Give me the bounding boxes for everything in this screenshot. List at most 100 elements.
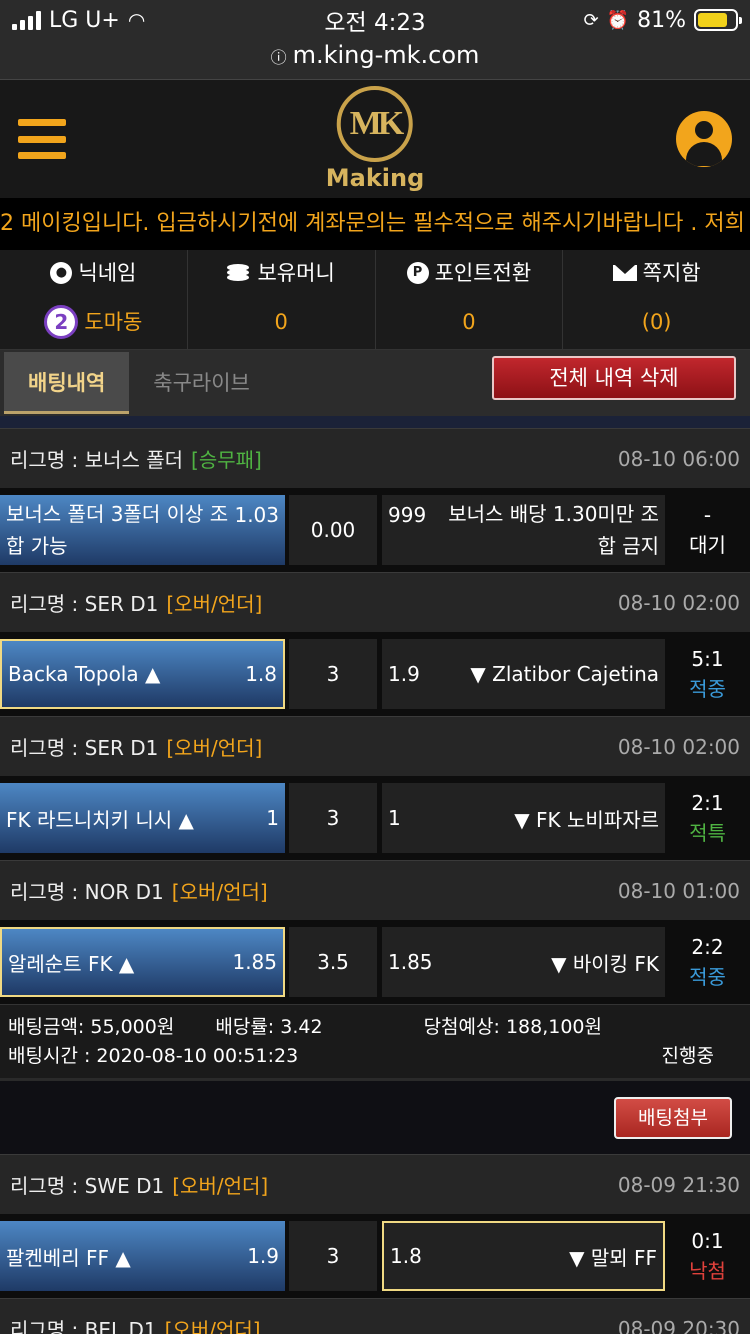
message-value: (0) — [641, 310, 672, 334]
point-icon: P — [406, 262, 429, 284]
message-label: 쪽지함 — [642, 261, 701, 285]
match-result: 2:2 적중 — [665, 932, 750, 992]
away-option[interactable]: 999 보너스 배당 1.30미만 조합 금지 — [382, 495, 665, 565]
match-result: 2:1 적특 — [665, 788, 750, 848]
url-text: m.king-mk.com — [292, 41, 480, 69]
home-option[interactable]: 팔켄베리 FF ▲ 1.9 — [0, 1221, 285, 1291]
match-date: 08-10 02:00 — [617, 590, 740, 615]
tab-soccer-live[interactable]: 축구라이브 — [129, 352, 274, 414]
logo-text: Making — [325, 164, 425, 192]
result-status: 적중 — [689, 677, 726, 701]
home-name: Backa Topola ▲ — [8, 662, 161, 686]
bet-slip: 리그명 : 보너스 폴더 [승무패] 08-10 06:00 보너스 폴더 3폴더… — [0, 428, 750, 1078]
bet-type: [승무패] — [191, 448, 262, 472]
away-option[interactable]: 1 ▼ FK 노비파자르 — [382, 783, 665, 853]
draw-option[interactable]: 3 — [289, 1221, 377, 1291]
away-name: ▼ 바이킹 FK — [551, 951, 659, 976]
away-odds: 1.85 — [388, 950, 433, 974]
home-option[interactable]: FK 라드니치키 니시 ▲ 1 — [0, 783, 285, 853]
result-score: 2:1 — [691, 791, 724, 815]
home-name: 알레순트 FK ▲ — [8, 951, 135, 976]
home-option[interactable]: 알레순트 FK ▲ 1.85 — [0, 927, 285, 997]
draw-option[interactable]: 0.00 — [289, 495, 377, 565]
site-logo[interactable]: MK Making — [325, 86, 425, 192]
url-bar[interactable]: ⓘ m.king-mk.com — [0, 40, 750, 80]
league-row: 리그명 : SER D1 [오버/언더] 08-10 02:00 — [0, 716, 750, 776]
bet-rate: 배당률: 3.42 — [215, 1016, 323, 1038]
rotation-lock-icon: ⟳ — [583, 9, 599, 31]
user-icon[interactable] — [676, 111, 732, 167]
match-row: FK 라드니치키 니시 ▲ 1 3 1 ▼ FK 노비파자르 2:1 적특 — [0, 776, 750, 860]
league-row: 리그명 : BEL D1 [오버/언더] 08-09 20:30 — [0, 1298, 750, 1334]
match-date: 08-09 20:30 — [617, 1316, 740, 1334]
person-icon: ● — [50, 262, 73, 284]
draw-option[interactable]: 3.5 — [289, 927, 377, 997]
bet-time: 배팅시간 : 2020-08-10 00:51:23 — [8, 1045, 299, 1067]
away-name: ▼ 말뫼 FF — [569, 1245, 657, 1270]
home-name: 보너스 폴더 3폴더 이상 조합 가능 — [6, 502, 229, 558]
nickname-column: ● 닉네임 2 도마동 — [0, 250, 188, 349]
match-result: 0:1 낙첨 — [665, 1226, 750, 1286]
away-name: ▼ Zlatibor Cajetina — [470, 662, 659, 686]
user-info-grid: ● 닉네임 2 도마동 보유머니 0 P 포인트전환 0 쪽지함 (0) — [0, 250, 750, 350]
league-name: 리그명 : NOR D1 — [10, 880, 164, 904]
signal-icon — [12, 10, 41, 30]
battery-icon — [694, 9, 742, 31]
away-option[interactable]: 1.9 ▼ Zlatibor Cajetina — [382, 639, 665, 709]
bet-type: [오버/언더] — [166, 592, 263, 616]
home-odds: 1.8 — [245, 662, 277, 686]
coins-icon — [227, 264, 251, 282]
league-name: 리그명 : SER D1 — [10, 736, 159, 760]
league-name: 리그명 : 보너스 폴더 — [10, 448, 184, 472]
league-row: 리그명 : SWE D1 [오버/언더] 08-09 21:30 — [0, 1154, 750, 1214]
menu-icon[interactable] — [18, 119, 66, 159]
home-option[interactable]: 보너스 폴더 3폴더 이상 조합 가능 1.03 — [0, 495, 285, 565]
alarm-icon: ⏰ — [606, 9, 630, 31]
match-date: 08-10 06:00 — [617, 446, 740, 471]
bet-type: [오버/언더] — [172, 1174, 269, 1198]
match-result: 5:1 적중 — [665, 644, 750, 704]
home-odds: 1.9 — [247, 1244, 279, 1268]
nickname-label: 닉네임 — [78, 261, 137, 285]
home-odds: 1 — [266, 806, 279, 830]
expected-win: 당첨예상: 188,100원 — [423, 1016, 602, 1038]
home-name: 팔켄베리 FF ▲ — [6, 1245, 131, 1270]
result-status: 대기 — [689, 533, 726, 557]
league-row: 리그명 : SER D1 [오버/언더] 08-10 02:00 — [0, 572, 750, 632]
draw-option[interactable]: 3 — [289, 783, 377, 853]
home-option[interactable]: Backa Topola ▲ 1.8 — [0, 639, 285, 709]
away-option[interactable]: 1.85 ▼ 바이킹 FK — [382, 927, 665, 997]
away-odds: 1.8 — [390, 1244, 422, 1268]
tab-bet-history[interactable]: 배팅내역 — [4, 352, 130, 414]
draw-option[interactable]: 3 — [289, 639, 377, 709]
match-date: 08-10 02:00 — [617, 734, 740, 759]
home-odds: 1.85 — [232, 950, 277, 974]
result-status: 적특 — [689, 821, 726, 845]
result-score: 2:2 — [691, 935, 724, 959]
away-odds: 1.9 — [388, 662, 420, 686]
wifi-icon: ◠ — [127, 8, 146, 32]
result-status: 적중 — [689, 965, 726, 989]
money-column[interactable]: 보유머니 0 — [188, 250, 376, 349]
attach-bet-button[interactable]: 배팅첨부 — [614, 1096, 732, 1139]
nickname-value: 도마동 — [84, 310, 143, 334]
league-row: 리그명 : 보너스 폴더 [승무패] 08-10 06:00 — [0, 428, 750, 488]
match-row: 보너스 폴더 3폴더 이상 조합 가능 1.03 0.00 999 보너스 배당 1… — [0, 488, 750, 572]
point-label: 포인트전환 — [434, 261, 532, 285]
money-value: 0 — [274, 310, 288, 334]
point-column[interactable]: P 포인트전환 0 — [376, 250, 564, 349]
bet-type: [오버/언더] — [171, 880, 268, 904]
away-option[interactable]: 1.8 ▼ 말뫼 FF — [382, 1221, 665, 1291]
home-name: FK 라드니치키 니시 ▲ — [6, 807, 194, 832]
bet-type: [오버/언더] — [164, 1318, 261, 1334]
result-score: 0:1 — [691, 1229, 724, 1253]
logo-mark: MK — [337, 86, 413, 162]
home-odds: 1.03 — [234, 503, 279, 527]
result-score: 5:1 — [691, 647, 724, 671]
match-result: - 대기 — [665, 500, 750, 560]
match-row: Backa Topola ▲ 1.8 3 1.9 ▼ Zlatibor Cajeti… — [0, 632, 750, 716]
result-status: 낙첨 — [689, 1259, 726, 1283]
delete-all-button[interactable]: 전체 내역 삭제 — [492, 356, 736, 400]
message-column[interactable]: 쪽지함 (0) — [563, 250, 750, 349]
bet-summary: 배팅금액: 55,000원 배당률: 3.42 당첨예상: 188,100원 배… — [0, 1004, 750, 1078]
